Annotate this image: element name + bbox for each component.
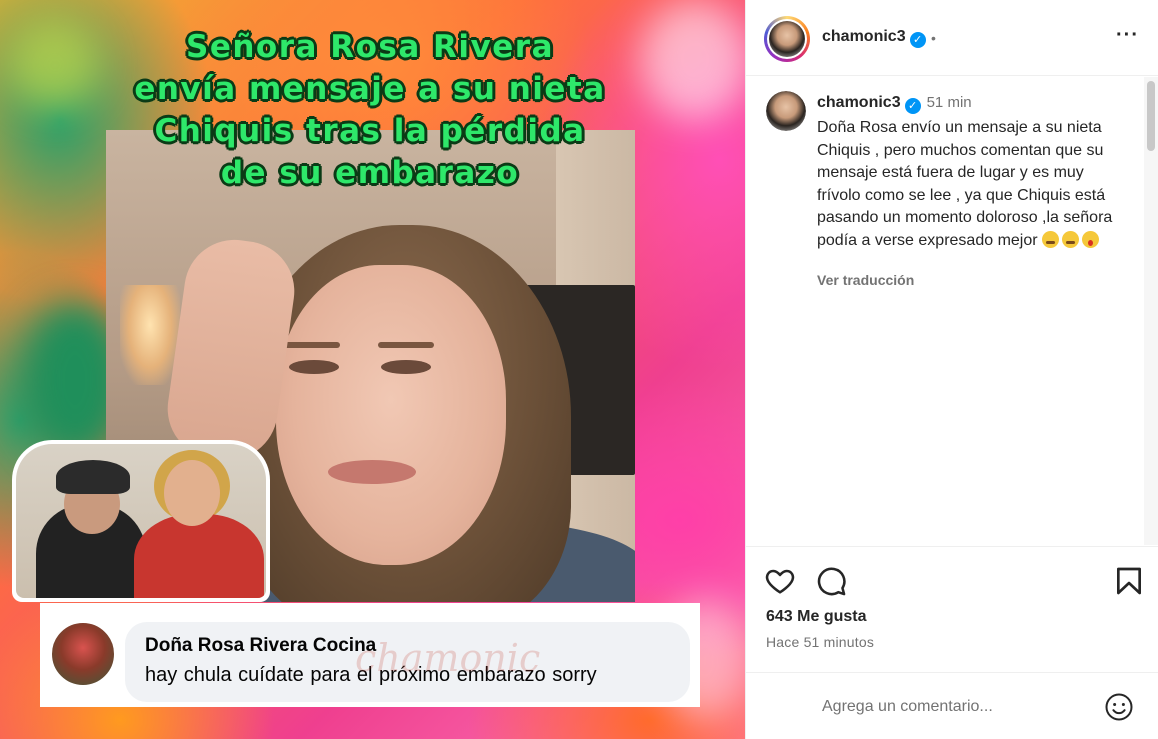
background-lamp bbox=[120, 285, 180, 385]
dizzy-face-emoji-icon bbox=[1042, 230, 1060, 248]
action-bar: 643 Me gusta Hace 51 minutos bbox=[746, 546, 1158, 666]
verified-icon: ✓ bbox=[904, 98, 921, 114]
sticker-person-head bbox=[164, 460, 220, 526]
verified-icon: ✓ bbox=[909, 32, 926, 48]
sticker-person bbox=[134, 514, 264, 598]
scrollbar-thumb[interactable] bbox=[1147, 81, 1155, 151]
person-face bbox=[276, 265, 506, 565]
sticker-photo bbox=[16, 444, 266, 598]
separator-dot: • bbox=[931, 30, 936, 46]
screaming-face-emoji-icon bbox=[1082, 230, 1100, 248]
headline-line: de su embarazo bbox=[220, 155, 520, 191]
post-timestamp[interactable]: Hace 51 minutos bbox=[766, 634, 874, 650]
caption-time[interactable]: 51 min bbox=[927, 94, 972, 111]
sticker-hat bbox=[56, 460, 130, 494]
grimacing-face-emoji-icon bbox=[1062, 230, 1080, 248]
like-heart-icon[interactable] bbox=[764, 565, 796, 597]
person-eye bbox=[381, 360, 431, 374]
watermark: chamonic bbox=[355, 636, 541, 680]
see-translation-link[interactable]: Ver traducción bbox=[817, 272, 914, 288]
person-brow bbox=[284, 342, 340, 348]
caption-avatar[interactable] bbox=[766, 91, 806, 131]
author-username[interactable]: chamonic3 ✓ bbox=[822, 28, 926, 48]
caption-text: Doña Rosa envío un mensaje a su nieta Ch… bbox=[817, 119, 1113, 249]
emoji-picker-icon[interactable] bbox=[1104, 692, 1134, 722]
caption-username[interactable]: chamonic3 bbox=[817, 94, 901, 111]
person-brow bbox=[378, 342, 434, 348]
author-avatar[interactable] bbox=[764, 16, 810, 62]
post-sidebar: chamonic3 ✓ • ··· chamonic3 ✓ 51 min Doña R… bbox=[745, 0, 1158, 739]
person-lips bbox=[328, 460, 416, 484]
caption-header: chamonic3 ✓ 51 min bbox=[817, 94, 972, 114]
bookmark-save-icon[interactable] bbox=[1113, 565, 1145, 597]
headline-line: Chiquis tras la pérdida bbox=[154, 113, 586, 149]
photo-sticker bbox=[12, 440, 270, 602]
add-comment-bar bbox=[746, 672, 1158, 739]
more-options-icon[interactable]: ··· bbox=[1116, 24, 1139, 47]
comment-bubble-icon[interactable] bbox=[815, 565, 847, 597]
post-header: chamonic3 ✓ • ··· bbox=[746, 0, 1158, 76]
comment-bubble: chamonic Doña Rosa Rivera Cocina hay chu… bbox=[125, 622, 690, 702]
headline-line: Señora Rosa Rivera bbox=[186, 29, 554, 65]
comment-avatar bbox=[50, 621, 116, 687]
post-media[interactable]: Señora Rosa Rivera envía mensaje a su ni… bbox=[0, 0, 745, 739]
add-comment-input[interactable] bbox=[822, 693, 1092, 721]
headline-overlay: Señora Rosa Rivera envía mensaje a su ni… bbox=[40, 26, 700, 194]
person-eye bbox=[289, 360, 339, 374]
headline-line: envía mensaje a su nieta bbox=[134, 71, 606, 107]
scrollbar[interactable] bbox=[1144, 77, 1158, 545]
like-count[interactable]: 643 Me gusta bbox=[766, 608, 866, 626]
comment-screenshot: chamonic Doña Rosa Rivera Cocina hay chu… bbox=[40, 603, 700, 707]
caption-area: chamonic3 ✓ 51 min Doña Rosa envío un mens… bbox=[746, 77, 1146, 545]
